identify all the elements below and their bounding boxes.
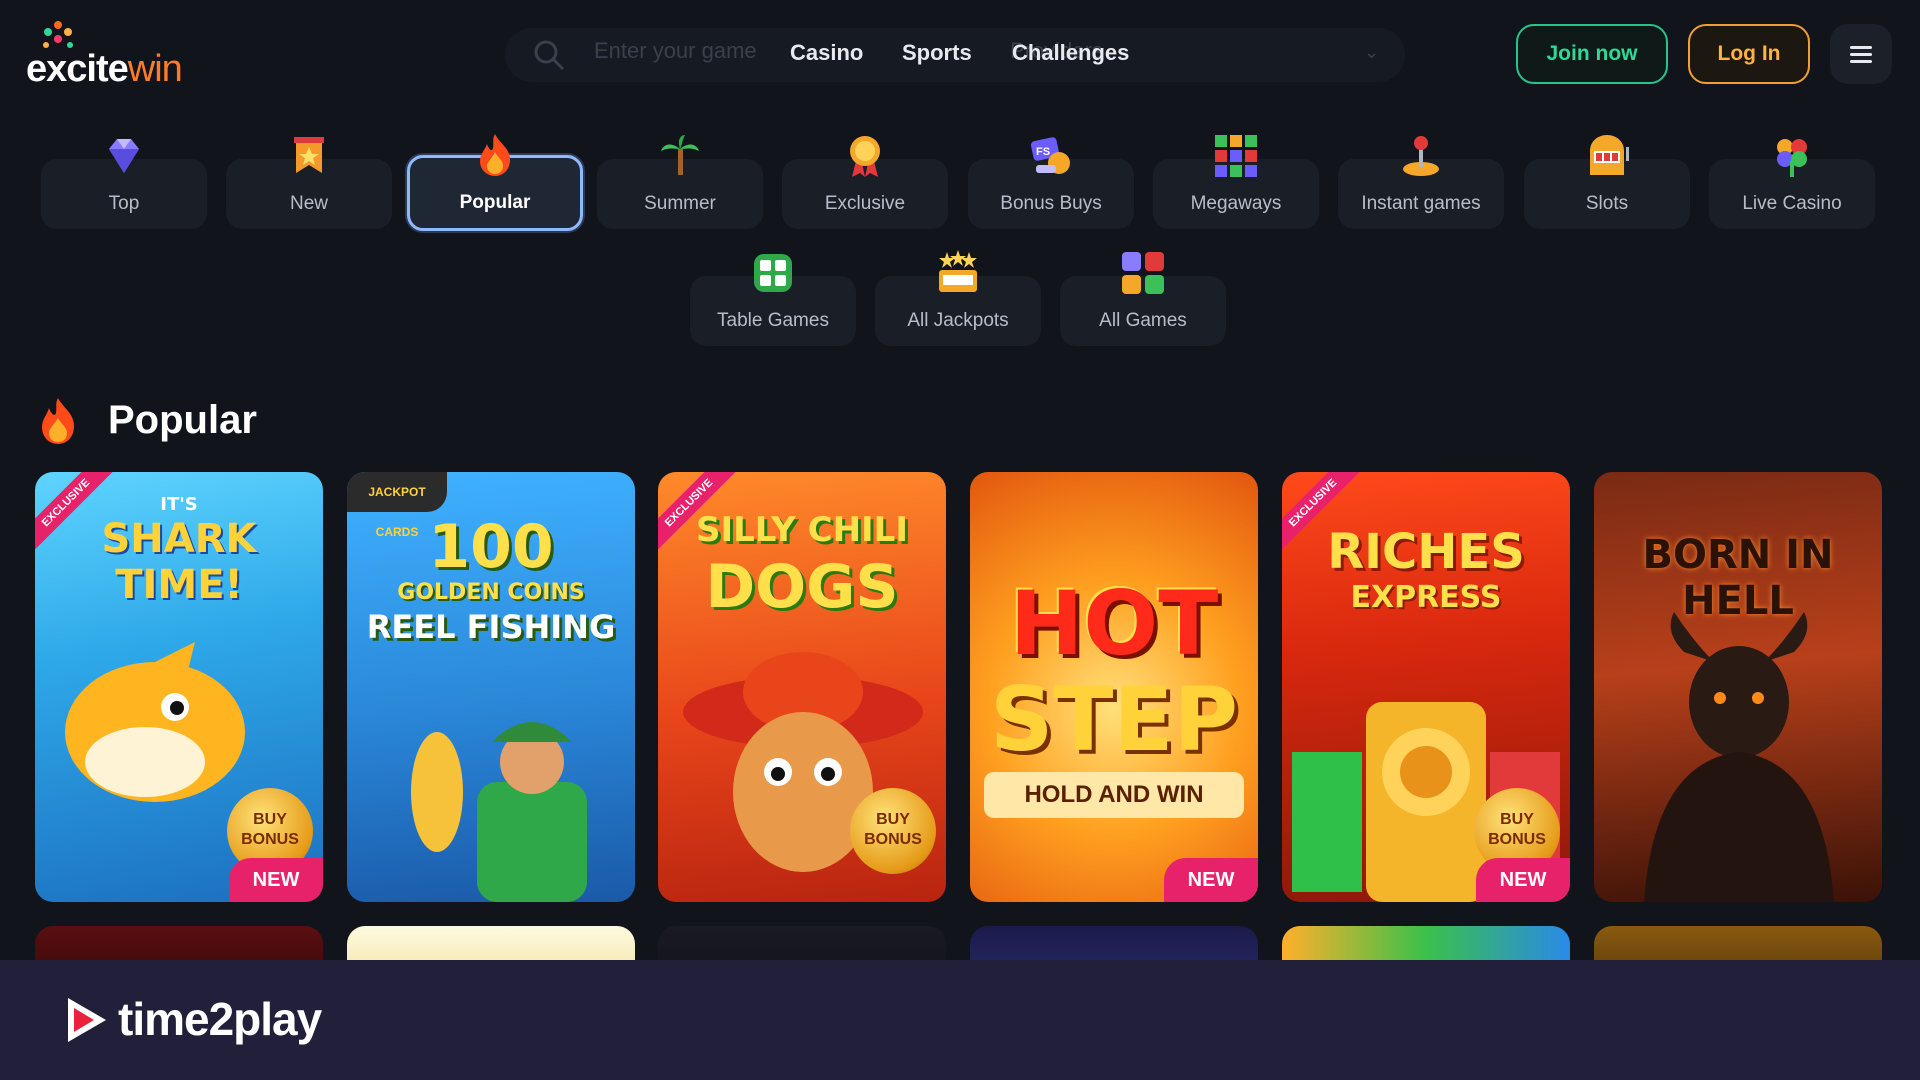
category-label: Live Casino — [1742, 193, 1842, 214]
category-table-games[interactable]: Table Games — [690, 254, 856, 346]
category-label: Popular — [459, 192, 531, 213]
search-icon[interactable] — [532, 38, 566, 72]
nav-challenges[interactable]: Challenges — [1012, 40, 1129, 66]
menu-line — [1850, 46, 1872, 49]
logo-xcite: xcite — [46, 48, 129, 90]
table-games-icon — [754, 254, 792, 292]
category-label: Megaways — [1190, 193, 1282, 214]
logo-text: excitewin — [26, 48, 183, 91]
category-slots[interactable]: Slots — [1524, 135, 1690, 229]
category-label: Top — [108, 193, 140, 214]
game-title-line2: DOGS — [705, 552, 899, 622]
excitewin-logo[interactable]: excitewin — [26, 20, 226, 90]
category-label: New — [289, 193, 328, 214]
category-live-casino[interactable]: Live Casino — [1709, 139, 1875, 229]
category-new[interactable]: New — [226, 137, 392, 229]
category-all-jackpots[interactable]: All Jackpots — [875, 250, 1041, 346]
time2play-logo-text: time2play — [118, 993, 322, 1045]
hamburger-menu-button[interactable] — [1830, 24, 1892, 84]
category-label: All Jackpots — [907, 310, 1009, 331]
game-title-line1: BORN IN HELL — [1642, 532, 1834, 624]
game-card-silly-chili-dogs[interactable]: SILLY CHILI DOGS EXCLUSIVE BUY BONUS — [658, 472, 946, 902]
category-all-games[interactable]: All Games — [1060, 252, 1226, 346]
megaways-grid-icon — [1215, 135, 1257, 177]
game-title-line1: SILLY CHILI — [695, 510, 908, 550]
nav-sports[interactable]: Sports — [902, 40, 972, 66]
hold-and-win-banner: HOLD AND WIN — [984, 772, 1244, 818]
all-games-icon — [1122, 252, 1164, 294]
shark-illustration — [65, 642, 245, 802]
menu-line — [1850, 60, 1872, 63]
game-title-line1: 100 — [428, 512, 554, 582]
svg-text:FS: FS — [1036, 146, 1050, 158]
diamond-icon — [109, 139, 139, 173]
new-badge: NEW — [229, 858, 323, 902]
category-label: Instant games — [1361, 193, 1481, 214]
game-card-reel-fishing[interactable]: JACKPOT CARDS 100 GOLDEN COINS REEL FISH… — [347, 472, 635, 902]
game-title-line2: SHARK TIME! — [101, 516, 257, 608]
section-title: Popular — [108, 398, 257, 442]
logo-e: e — [26, 48, 47, 90]
game-title-line2: GOLDEN COINS — [397, 580, 585, 605]
game-card-born-in-hell[interactable]: BORN IN HELL — [1594, 472, 1882, 902]
new-badge: NEW — [1476, 858, 1570, 902]
join-now-button[interactable]: Join now — [1516, 24, 1668, 84]
bonus-buy-icon: FS — [1030, 137, 1070, 174]
category-instant-games[interactable]: Instant games — [1338, 136, 1504, 229]
demon-illustration — [1644, 612, 1834, 902]
category-label: All Games — [1099, 310, 1187, 331]
clover-icon — [1777, 139, 1807, 177]
category-summer[interactable]: Summer — [597, 135, 763, 229]
nav-casino[interactable]: Casino — [790, 40, 863, 66]
game-title-line3: REEL FISHING — [366, 608, 616, 646]
category-label: Slots — [1585, 193, 1629, 214]
fire-icon — [480, 134, 510, 176]
category-exclusive[interactable]: Exclusive — [782, 136, 948, 229]
game-card-riches-express[interactable]: RICHES EXPRESS EXCLUSIVE BUY BONUS NEW — [1282, 472, 1570, 902]
game-card-shark-time[interactable]: IT'S SHARK TIME! EXCLUSIVE BUY BONUS NEW — [35, 472, 323, 902]
category-label: Exclusive — [824, 193, 906, 214]
search-input[interactable]: Enter your game — [594, 38, 757, 64]
category-label: Bonus Buys — [1000, 193, 1102, 214]
game-title-line1: HOT — [1009, 572, 1219, 675]
category-megaways[interactable]: Megaways — [1153, 135, 1319, 229]
category-popular[interactable]: Popular — [407, 134, 583, 231]
medal-icon — [850, 136, 880, 177]
jackpot-cards-badge: JACKPOT CARDS — [347, 472, 447, 539]
game-card-hot-step[interactable]: HOT STEP HOLD AND WIN NEW — [970, 472, 1258, 902]
jackpot-icon — [939, 250, 977, 292]
logo-win: win — [127, 48, 183, 90]
page-root: excitewin Enter your game Providers ⌄ Ca… — [0, 0, 1920, 1080]
category-label: Summer — [644, 193, 716, 214]
new-badge: NEW — [1164, 858, 1258, 902]
category-top[interactable]: Top — [41, 139, 207, 229]
game-title-line2: EXPRESS — [1350, 580, 1502, 615]
menu-line — [1850, 53, 1872, 56]
palm-tree-icon — [661, 135, 699, 175]
buy-bonus-badge: BUY BONUS — [850, 788, 936, 874]
time2play-logo-icon — [68, 998, 106, 1042]
category-label: Table Games — [717, 310, 829, 331]
game-title-line2: STEP — [989, 668, 1238, 771]
log-in-button[interactable]: Log In — [1688, 24, 1810, 84]
header: excitewin Enter your game Providers ⌄ Ca… — [0, 0, 1920, 108]
chevron-down-icon[interactable]: ⌄ — [1364, 42, 1379, 63]
slot-machine-icon — [1590, 135, 1629, 175]
category-bonus-buys[interactable]: FS Bonus Buys — [968, 137, 1134, 229]
new-badge-icon — [294, 137, 324, 173]
game-title-line1: RICHES — [1327, 524, 1525, 580]
fire-icon — [42, 398, 74, 444]
fisherman-illustration — [411, 722, 587, 902]
joystick-icon — [1403, 136, 1439, 176]
